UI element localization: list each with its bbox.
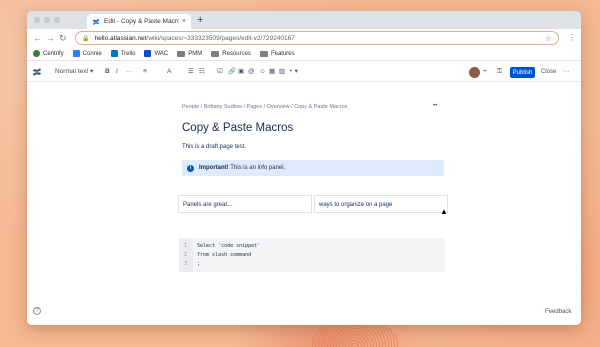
browser-tab[interactable]: Edit - Copy & Paste Macros - C ×: [87, 14, 191, 29]
centrify-icon: [33, 50, 40, 57]
bullet-list-button[interactable]: ☰: [188, 66, 194, 78]
forward-icon[interactable]: →: [46, 32, 55, 44]
numbered-list-button[interactable]: ☷: [199, 66, 205, 78]
editor-toolbar: Normal text ▾ B I ··· ≡ A ☰ ☷ ☑ 🔗 ▣ @ ☺ …: [27, 62, 581, 82]
image-icon[interactable]: ▣: [238, 66, 244, 78]
atlassian-icon: [144, 50, 152, 57]
bookmarks-bar: Centrify Connie Trello WAC PMM Resources…: [27, 47, 581, 61]
url-text: hello.atlassian.net/wiki/spaces/~3333235…: [94, 35, 544, 42]
browser-menu-icon[interactable]: ⋮: [568, 32, 576, 44]
bookmark-label: PMM: [188, 50, 203, 57]
new-tab-button[interactable]: +: [197, 14, 203, 27]
insert-icon[interactable]: + ▾: [289, 66, 298, 78]
bookmark-label: Resources: [222, 50, 251, 57]
action-item-icon[interactable]: ☑: [217, 66, 223, 78]
bookmark-label: Connie: [82, 50, 102, 57]
maximize-window-button[interactable]: [54, 17, 60, 23]
bookmark-trello[interactable]: Trello: [110, 50, 136, 57]
emoji-icon[interactable]: ☺: [259, 66, 266, 78]
confluence-icon: [92, 18, 100, 25]
tab-title: Edit - Copy & Paste Macros - C: [104, 18, 179, 25]
bookmark-resources[interactable]: Resources: [211, 50, 251, 57]
mention-icon[interactable]: @: [248, 66, 255, 78]
browser-window: Edit - Copy & Paste Macros - C × + ← → ↻…: [27, 11, 581, 325]
bookmark-label: Centrify: [43, 50, 64, 57]
help-icon[interactable]: ?: [33, 307, 41, 315]
background-decoration: [310, 325, 400, 347]
address-bar-row: ← → ↻ 🔒 hello.atlassian.net/wiki/spaces/…: [27, 29, 581, 47]
info-panel[interactable]: i Important! This is an info panel.: [182, 160, 444, 176]
confluence-logo-icon[interactable]: [32, 67, 42, 77]
more-options-icon[interactable]: ···: [563, 67, 570, 77]
info-body: This is an info panel.: [228, 165, 286, 171]
drag-handle-icon[interactable]: ••: [433, 103, 437, 109]
line-number: 2: [184, 252, 188, 258]
lock-icon: 🔒: [82, 35, 90, 42]
bookmark-label: Features: [270, 50, 295, 57]
bookmark-wac[interactable]: WAC: [144, 50, 168, 57]
info-strong: Important!: [199, 165, 229, 171]
more-formatting-button[interactable]: ···: [126, 66, 133, 78]
back-icon[interactable]: ←: [33, 32, 42, 44]
table-icon[interactable]: ▦: [269, 66, 275, 78]
restrictions-icon[interactable]: ⚿: [497, 66, 502, 78]
invite-icon[interactable]: +: [483, 66, 487, 78]
layout-icon[interactable]: ▥: [279, 66, 285, 78]
bookmark-features[interactable]: Features: [259, 50, 295, 57]
insert-label: +: [289, 68, 293, 75]
table-cell[interactable]: Panels are great…: [178, 195, 312, 213]
page-title[interactable]: Copy & Paste Macros: [182, 122, 293, 134]
tab-strip: Edit - Copy & Paste Macros - C × +: [27, 11, 581, 29]
feedback-link[interactable]: Feedback: [545, 309, 571, 315]
italic-button[interactable]: I: [116, 66, 118, 78]
reload-icon[interactable]: ↻: [59, 32, 67, 44]
tab-close-icon[interactable]: ×: [182, 18, 186, 25]
text-style-dropdown[interactable]: Normal text ▾: [55, 66, 93, 78]
minimize-window-button[interactable]: [44, 17, 50, 23]
info-panel-text: Important! This is an info panel.: [199, 165, 285, 171]
folder-icon: [177, 50, 186, 57]
trello-icon: [110, 50, 118, 57]
text-style-label: Normal text: [55, 68, 89, 75]
url-path: /wiki/spaces/~333323509/pages/edit-v2/72…: [146, 34, 295, 42]
bookmark-label: Trello: [120, 50, 136, 57]
bookmark-centrify[interactable]: Centrify: [33, 50, 64, 57]
info-icon: i: [187, 164, 194, 172]
code-line: from slash command: [197, 252, 252, 258]
publish-button[interactable]: Publish: [510, 67, 535, 78]
breadcrumb[interactable]: People / Brittany Sudlow / Pages / Overv…: [182, 104, 347, 110]
bookmark-connie[interactable]: Connie: [72, 50, 102, 57]
table-cell[interactable]: ways to organize on a page: [314, 195, 448, 213]
code-block[interactable]: 1 2 3 Select 'code snippet' from slash c…: [179, 238, 445, 272]
url-input[interactable]: 🔒 hello.atlassian.net/wiki/spaces/~33332…: [75, 31, 559, 45]
code-line: Select 'code snippet': [197, 243, 261, 249]
align-button[interactable]: ≡: [143, 66, 147, 78]
bookmark-star-icon[interactable]: ☆: [545, 34, 552, 43]
text-color-button[interactable]: A: [167, 66, 171, 78]
url-host: hello.atlassian.net: [94, 34, 147, 42]
bold-button[interactable]: B: [105, 66, 110, 78]
link-icon[interactable]: 🔗: [228, 66, 236, 78]
confluence-icon: [72, 50, 80, 57]
close-button[interactable]: Close: [541, 67, 556, 78]
bookmark-label: WAC: [154, 50, 169, 57]
paragraph[interactable]: This is a draft page test.: [182, 144, 246, 150]
avatar[interactable]: [469, 67, 480, 78]
folder-icon: [211, 50, 220, 57]
bookmark-pmm[interactable]: PMM: [177, 50, 203, 57]
code-line: ;: [197, 261, 201, 267]
mouse-cursor-icon: ▲: [440, 207, 448, 216]
line-number: 1: [184, 243, 188, 249]
line-number: 3: [184, 261, 188, 267]
close-window-button[interactable]: [34, 17, 40, 23]
folder-icon: [259, 50, 268, 57]
